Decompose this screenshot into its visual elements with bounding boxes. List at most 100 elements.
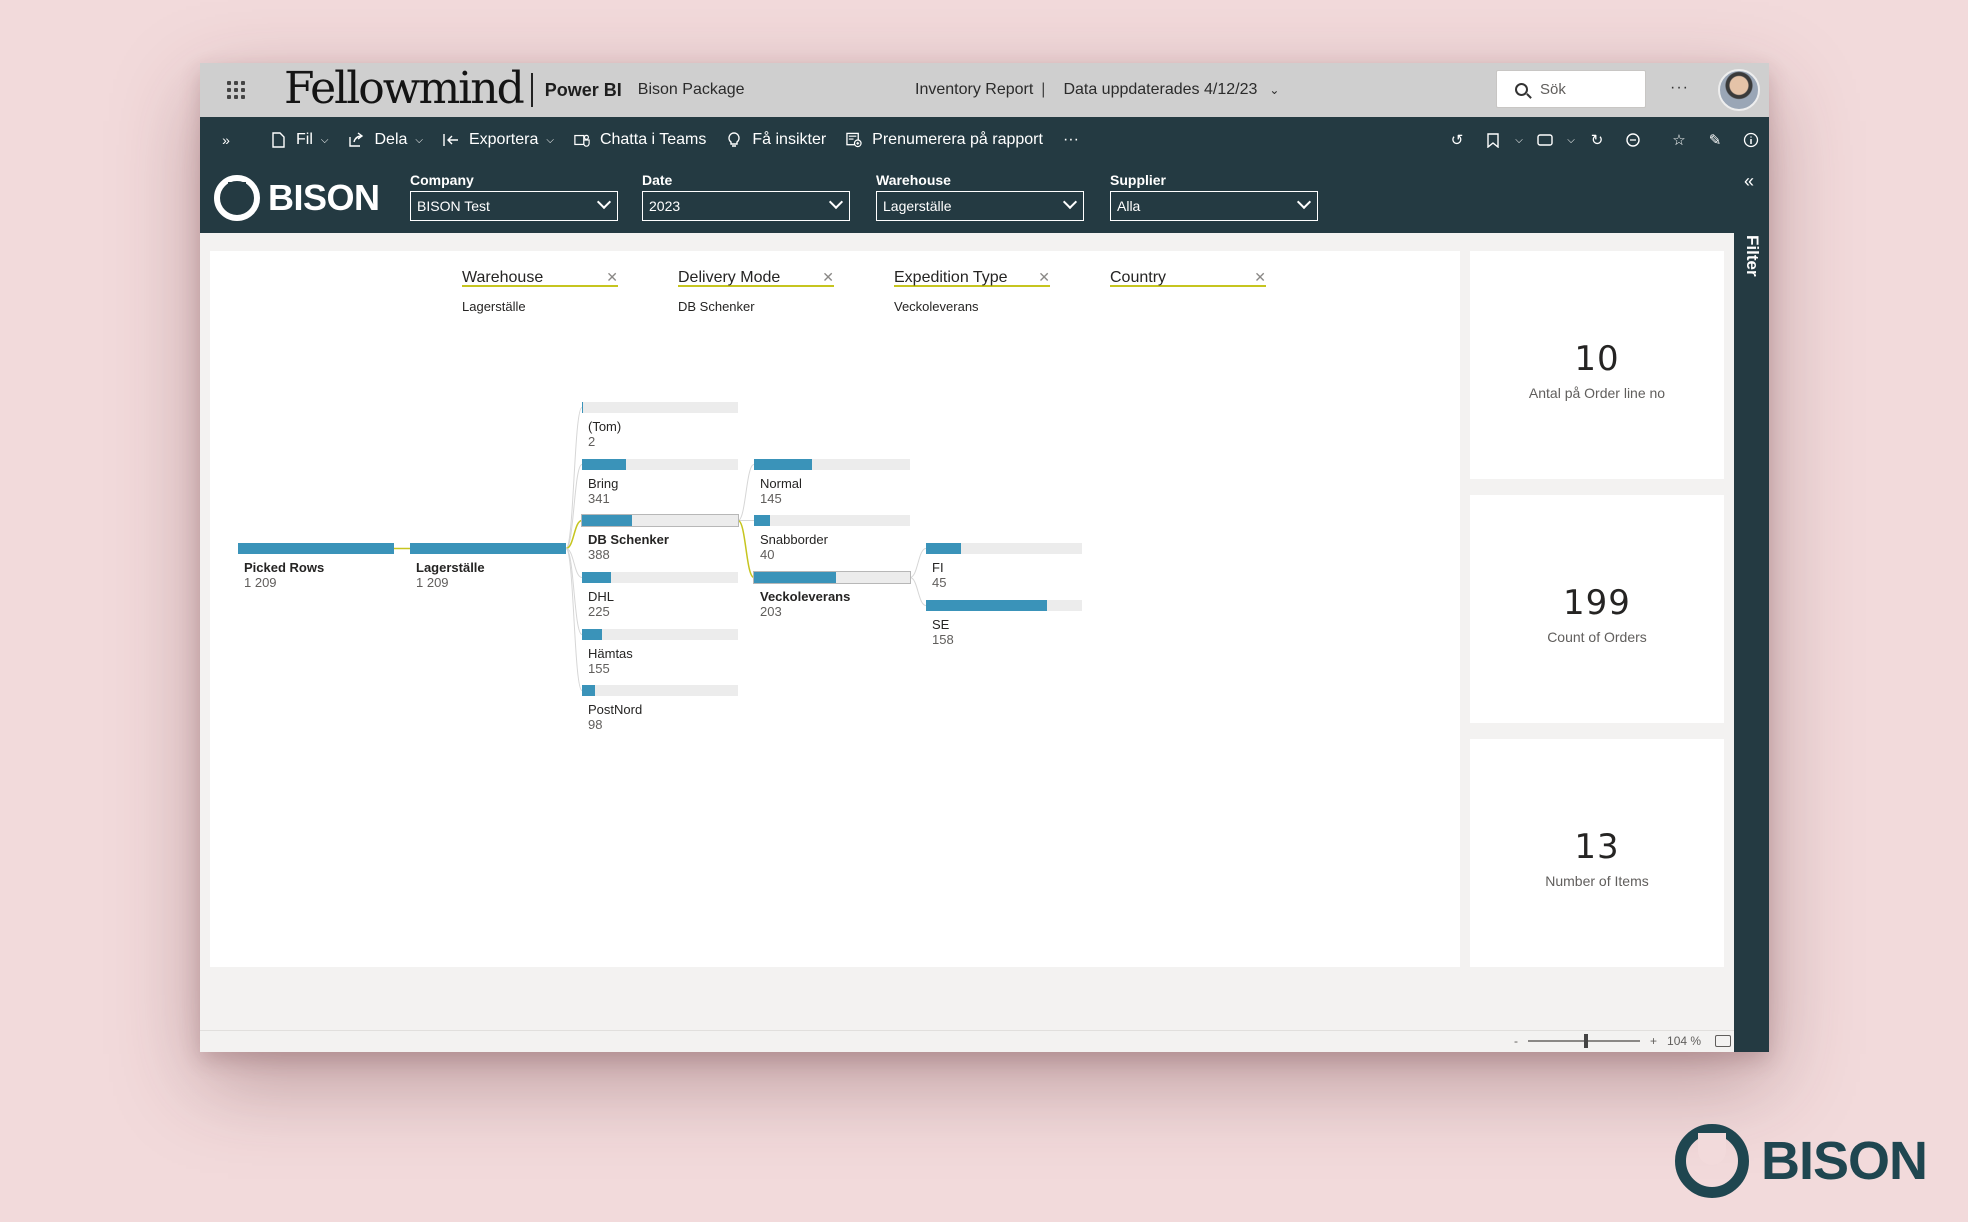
search-icon (1515, 82, 1528, 96)
tree-node-root[interactable]: Picked Rows 1 209 (238, 543, 394, 590)
chevron-down-icon[interactable]: ⌵ (1563, 135, 1579, 146)
node-label: DHL (588, 589, 615, 604)
kpi-card-order-lines[interactable]: 10 Antal på Order line no (1470, 251, 1724, 479)
supplier-dropdown[interactable]: Alla (1110, 191, 1318, 221)
tree-node-delivery-mode[interactable]: DHL 225 (582, 572, 738, 619)
chevron-down-icon[interactable]: ⌄ (1269, 83, 1279, 97)
date-dropdown[interactable]: 2023 (642, 191, 850, 221)
export-menu-label: Exportera (468, 131, 539, 148)
more-options-button[interactable]: ··· (1670, 79, 1689, 97)
kpi-caption: Count of Orders (1547, 629, 1647, 645)
avatar[interactable] (1718, 69, 1760, 111)
favorite-icon[interactable]: ☆ (1661, 131, 1697, 149)
filter-pane-collapsed[interactable]: « Filter (1734, 163, 1769, 1052)
workspace-name[interactable]: Bison Package (638, 81, 745, 99)
node-value: 98 (588, 717, 603, 732)
chevron-down-icon[interactable]: ⌵ (1511, 135, 1527, 146)
node-bar[interactable] (926, 543, 1082, 554)
slicer-band: BISON Company BISON Test Date 2023 Wareh… (200, 163, 1734, 233)
chevron-down-icon (596, 194, 612, 210)
node-label: Bring (588, 476, 619, 491)
close-icon[interactable]: ✕ (1038, 269, 1050, 286)
tree-node-delivery-mode[interactable]: (Tom) 2 (582, 402, 738, 449)
teams-chat-button[interactable]: Chatta i Teams (564, 117, 716, 163)
decomposition-tree[interactable]: Warehouse ✕ Lagerställe Delivery Mode ✕ … (210, 251, 1460, 967)
tree-node-delivery-mode[interactable]: DB Schenker 388 (581, 514, 739, 562)
zoom-in-button[interactable]: + (1650, 1034, 1657, 1048)
zoom-slider-thumb[interactable] (1584, 1034, 1589, 1048)
tree-node-expedition-type[interactable]: Snabborder 40 (754, 515, 910, 562)
company-dropdown[interactable]: BISON Test (410, 191, 618, 221)
node-bar[interactable] (410, 543, 566, 554)
refresh-icon[interactable]: ↻ (1579, 131, 1615, 149)
chevron-down-icon: ⌵ (546, 134, 554, 146)
bison-logo: BISON (214, 175, 380, 221)
fit-to-page-icon[interactable] (1715, 1035, 1732, 1047)
warehouse-dropdown[interactable]: Lagerställe (876, 191, 1084, 221)
view-icon[interactable] (1527, 134, 1563, 146)
file-menu[interactable]: Fil ⌵ (260, 117, 338, 163)
supplier-slicer-label: Supplier (1110, 172, 1167, 188)
view-toolbar: ↺ ⌵ ⌵ ↻ ☆ ✎ (1439, 117, 1769, 163)
node-bar[interactable] (754, 459, 910, 470)
report-title-area[interactable]: Inventory Report | Data uppdaterades 4/1… (915, 63, 1279, 117)
node-bar[interactable] (581, 514, 739, 527)
level-header-expedition-type: Expedition Type ✕ (894, 269, 1050, 287)
bison-logo-mark (214, 175, 260, 221)
brand-logo[interactable]: Fellowmind (272, 63, 525, 114)
node-bar[interactable] (754, 515, 910, 526)
more-commands-button[interactable]: ··· (1053, 117, 1089, 163)
node-bar-fill (926, 600, 1048, 611)
reset-icon[interactable]: ↺ (1439, 131, 1475, 149)
product-name[interactable]: Power BI (545, 80, 622, 101)
supplier-slicer: Supplier Alla (1110, 169, 1318, 221)
node-label: SE (932, 617, 950, 632)
chevron-double-left-icon[interactable]: « (1744, 171, 1754, 192)
tree-node-country[interactable]: SE 158 (926, 600, 1082, 647)
tree-node-country[interactable]: FI 45 (926, 543, 1082, 590)
info-icon[interactable] (1733, 132, 1769, 148)
comment-icon[interactable] (1615, 132, 1651, 148)
node-bar[interactable] (753, 571, 911, 584)
tree-link (909, 548, 927, 578)
node-value: 1 209 (416, 575, 449, 590)
level-title: Country (1110, 269, 1167, 286)
node-bar[interactable] (238, 543, 394, 554)
node-bar[interactable] (926, 600, 1082, 611)
close-icon[interactable]: ✕ (822, 269, 834, 286)
insights-button[interactable]: Få insikter (716, 117, 836, 163)
search-input[interactable]: Sök (1496, 70, 1646, 108)
kpi-card-items[interactable]: 13 Number of Items (1470, 739, 1724, 967)
expand-nav-button[interactable]: » (200, 117, 260, 163)
node-bar-fill (754, 572, 836, 583)
node-bar-fill (582, 402, 583, 413)
node-bar[interactable] (582, 629, 738, 640)
tree-node-expedition-type[interactable]: Normal 145 (754, 459, 910, 506)
tree-node-delivery-mode[interactable]: PostNord 98 (582, 685, 738, 732)
close-icon[interactable]: ✕ (606, 269, 618, 286)
filter-pane-label[interactable]: Filter (1742, 235, 1762, 277)
node-label: FI (932, 560, 944, 575)
kpi-card-orders[interactable]: 199 Count of Orders (1470, 495, 1724, 723)
zoom-slider[interactable] (1528, 1034, 1640, 1048)
share-menu[interactable]: Dela ⌵ (338, 117, 433, 163)
node-value: 203 (760, 604, 782, 619)
export-menu[interactable]: Exportera ⌵ (433, 117, 564, 163)
tree-node-warehouse[interactable]: Lagerställe 1 209 (410, 543, 566, 590)
tree-node-delivery-mode[interactable]: Bring 341 (582, 459, 738, 506)
report-title: Inventory Report (915, 81, 1034, 98)
close-icon[interactable]: ✕ (1254, 269, 1266, 286)
app-launcher-icon[interactable] (200, 63, 272, 117)
bookmark-icon[interactable] (1475, 132, 1511, 148)
file-menu-label: Fil (296, 131, 313, 148)
edit-icon[interactable]: ✎ (1697, 131, 1733, 149)
tree-node-expedition-type[interactable]: Veckoleverans 203 (753, 571, 911, 619)
node-bar[interactable] (582, 459, 738, 470)
zoom-out-button[interactable]: - (1514, 1034, 1518, 1048)
node-bar[interactable] (582, 572, 738, 583)
node-bar-fill (926, 543, 961, 554)
tree-node-delivery-mode[interactable]: Hämtas 155 (582, 629, 738, 676)
node-bar[interactable] (582, 402, 738, 413)
node-bar[interactable] (582, 685, 738, 696)
subscribe-button[interactable]: Prenumerera på rapport (836, 117, 1053, 163)
